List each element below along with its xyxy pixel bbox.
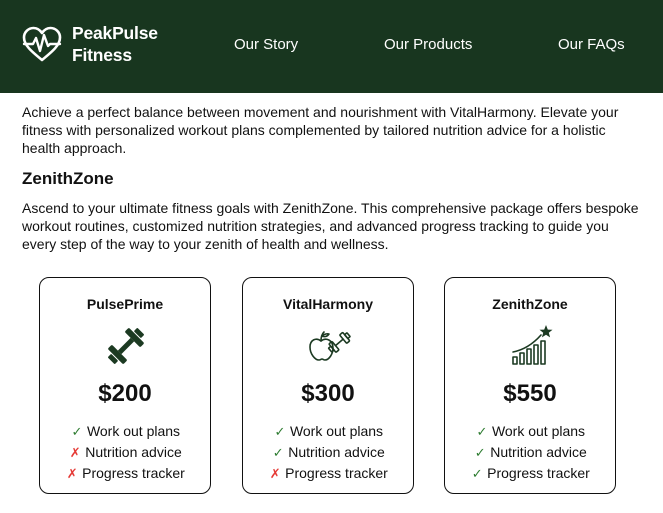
plan-price: $550 (503, 380, 557, 407)
feature-list: ✓ Work out plans ✗ Nutrition advice ✗ Progr… (40, 421, 210, 484)
check-icon: ✓ (471, 466, 483, 481)
feature-label: Work out plans (86, 423, 181, 439)
cross-icon: ✗ (69, 445, 81, 460)
feature-label: Work out plans (491, 423, 586, 439)
feature-label: Progress tracker (82, 465, 185, 481)
check-icon: ✓ (274, 424, 286, 439)
feature-list: ✓ Work out plans ✓ Nutrition advice ✗ Progr… (243, 421, 413, 484)
feature-list: ✓ Work out plans ✓ Nutrition advice ✓ Progr… (445, 421, 615, 484)
brand-name[interactable]: PeakPulse Fitness (72, 22, 158, 66)
check-icon: ✓ (71, 424, 83, 439)
feature-item: ✓ Work out plans (445, 421, 615, 442)
brand-line-2: Fitness (72, 45, 132, 65)
feature-label: Progress tracker (285, 465, 388, 481)
nav-our-products[interactable]: Our Products (384, 35, 472, 55)
cross-icon: ✗ (269, 466, 281, 481)
nav-our-story[interactable]: Our Story (234, 35, 298, 55)
main-content: Achieve a perfect balance between moveme… (22, 103, 642, 253)
feature-item: ✓ Progress tracker (445, 463, 615, 484)
brand-line-1: PeakPulse (72, 23, 158, 43)
section-paragraph: Ascend to your ultimate fitness goals wi… (22, 199, 639, 253)
cross-icon: ✗ (66, 466, 78, 481)
feature-item: ✗ Progress tracker (243, 463, 413, 484)
feature-item: ✓ Work out plans (243, 421, 413, 442)
apple-dumbbell-icon (309, 331, 351, 361)
feature-label: Nutrition advice (85, 444, 182, 460)
site-header: PeakPulse Fitness Our Story Our Products… (0, 0, 663, 93)
plan-card-vitalharmony[interactable]: VitalHarmony $300 ✓ Work out plans ✓ Nut… (242, 277, 414, 494)
feature-item: ✓ Work out plans (40, 421, 210, 442)
feature-label: Nutrition advice (288, 444, 385, 460)
section-title: ZenithZone (22, 168, 114, 188)
nav-our-faqs[interactable]: Our FAQs (558, 35, 625, 55)
check-icon: ✓ (272, 445, 284, 460)
check-icon: ✓ (474, 445, 486, 460)
growth-chart-star-icon (512, 325, 553, 365)
plan-price: $300 (301, 380, 355, 407)
intro-paragraph: Achieve a perfect balance between moveme… (22, 104, 619, 157)
heart-pulse-icon[interactable] (21, 24, 63, 66)
plan-price: $200 (98, 380, 152, 407)
feature-item: ✗ Progress tracker (40, 463, 210, 484)
feature-item: ✓ Nutrition advice (445, 442, 615, 463)
plan-name: ZenithZone (492, 296, 568, 312)
dumbbell-icon (108, 328, 144, 364)
feature-label: Work out plans (289, 423, 384, 439)
feature-label: Nutrition advice (490, 444, 587, 460)
plan-name: VitalHarmony (283, 296, 373, 312)
feature-item: ✗ Nutrition advice (40, 442, 210, 463)
pricing-cards: PulsePrime $200 ✓ Work out plans ✗ Nutriti… (0, 277, 663, 497)
feature-item: ✓ Nutrition advice (243, 442, 413, 463)
plan-card-pulseprime[interactable]: PulsePrime $200 ✓ Work out plans ✗ Nutriti… (39, 277, 211, 494)
plan-name: PulsePrime (86, 296, 164, 312)
check-icon: ✓ (476, 424, 488, 439)
feature-label: Progress tracker (487, 465, 590, 481)
plan-card-zenithzone[interactable]: ZenithZone $550 ✓ Work out plans ✓ Nutriti… (444, 277, 616, 494)
